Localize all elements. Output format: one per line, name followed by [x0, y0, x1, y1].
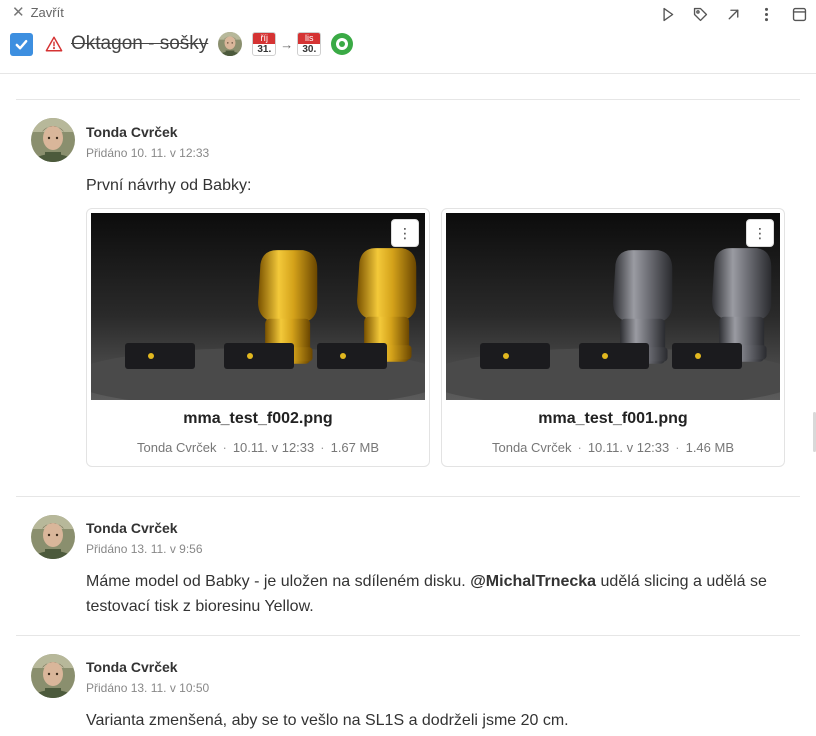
attachment-name[interactable]: mma_test_f001.png — [442, 410, 784, 428]
comment-date: Přidáno 13. 11. v 9:56 — [86, 542, 203, 556]
attachment-card[interactable]: ⋮ mma_test_f002.png Tonda Cvrček · 10.11. … — [86, 208, 430, 467]
external-link-icon[interactable] — [717, 4, 750, 24]
assignee-avatar[interactable] — [218, 32, 242, 56]
more-vertical-icon[interactable] — [750, 4, 783, 24]
comment-text: Varianta zmenšená, aby se to vešlo na SL… — [86, 712, 569, 729]
check-icon — [15, 39, 28, 49]
divider — [16, 496, 800, 497]
task-title-row: Oktagon - sošky říj 31. → lis 30. — [10, 32, 354, 56]
avatar[interactable] — [31, 118, 75, 162]
play-icon[interactable] — [651, 4, 684, 24]
attachment-meta: Tonda Cvrček · 10.11. v 12:33 · 1.46 MB — [491, 440, 735, 455]
end-date-day: 30. — [302, 44, 317, 55]
avatar[interactable] — [31, 515, 75, 559]
start-date-month: říj — [253, 33, 276, 44]
task-complete-checkbox[interactable] — [10, 32, 33, 56]
close-button[interactable]: ✕ Zavřít — [12, 5, 64, 20]
start-date-badge[interactable]: říj 31. — [252, 32, 277, 56]
attachment-card[interactable]: ⋮ mma_test_f001.png Tonda Cvrček · 10.11. … — [441, 208, 785, 467]
user-mention[interactable]: @MichalTrnecka — [470, 573, 596, 590]
divider — [16, 99, 800, 100]
attachment-thumbnail[interactable] — [91, 213, 425, 400]
close-icon: ✕ — [12, 4, 25, 21]
attachment-name[interactable]: mma_test_f002.png — [87, 410, 429, 428]
comment-author[interactable]: Tonda Cvrček — [86, 124, 178, 140]
attachment-author: Tonda Cvrček — [491, 440, 572, 455]
comment-text: Máme model od Babky - je uložen na sdíle… — [86, 569, 806, 619]
comment-date: Přidáno 13. 11. v 10:50 — [86, 681, 210, 695]
avatar[interactable] — [31, 654, 75, 698]
start-date-day: 31. — [257, 44, 272, 55]
task-title[interactable]: Oktagon - sošky — [71, 33, 208, 55]
comment-text: První návrhy od Babky: — [86, 177, 252, 194]
toolbar — [651, 4, 816, 24]
date-range-arrow-icon: → — [280, 36, 294, 52]
warning-icon — [45, 35, 63, 53]
comment-author[interactable]: Tonda Cvrček — [86, 520, 178, 536]
tag-icon[interactable] — [684, 4, 717, 24]
attachment-thumbnail[interactable] — [446, 213, 780, 400]
end-date-month: lis — [298, 33, 321, 44]
attachment-date: 10.11. v 12:33 — [232, 440, 315, 455]
attachment-menu-button[interactable]: ⋮ — [391, 219, 419, 247]
close-label: Zavřít — [30, 5, 64, 20]
comment-text-before: Máme model od Babky - je uložen na sdíle… — [86, 573, 471, 590]
end-date-badge[interactable]: lis 30. — [297, 32, 322, 56]
attachment-size: 1.67 MB — [330, 440, 380, 455]
comment-date: Přidáno 10. 11. v 12:33 — [86, 146, 210, 160]
status-icon[interactable] — [331, 33, 354, 55]
divider — [16, 635, 800, 636]
comment-author[interactable]: Tonda Cvrček — [86, 659, 178, 675]
panel-icon[interactable] — [783, 4, 816, 24]
attachment-author: Tonda Cvrček — [136, 440, 217, 455]
attachment-size: 1.46 MB — [685, 440, 735, 455]
attachment-date: 10.11. v 12:33 — [587, 440, 670, 455]
task-header: ✕ Zavřít Oktagon - sošky říj 31. → lis 3… — [0, 0, 816, 74]
attachment-meta: Tonda Cvrček · 10.11. v 12:33 · 1.67 MB — [136, 440, 380, 455]
attachment-menu-button[interactable]: ⋮ — [746, 219, 774, 247]
